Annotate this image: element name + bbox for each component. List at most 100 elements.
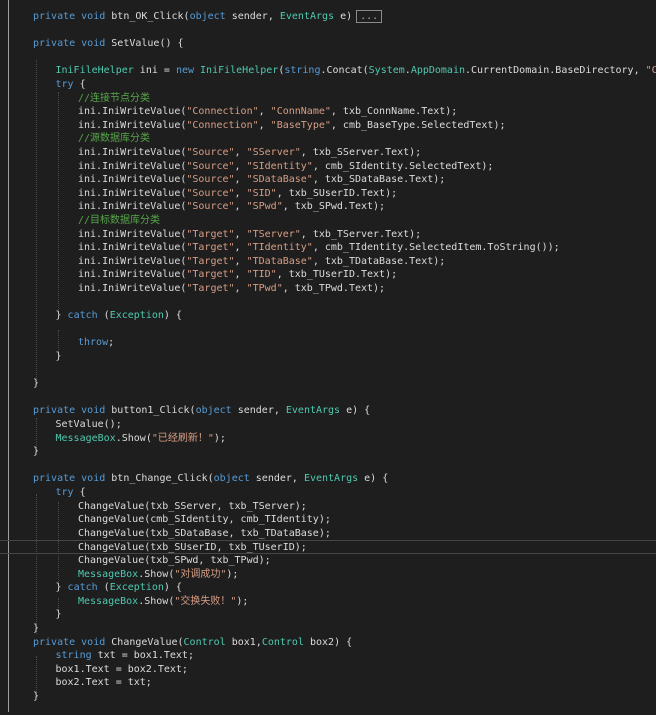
code-line[interactable]: ChangeValue(txb_SServer, txb_TServer); [0,500,656,514]
code-line[interactable]: ini.IniWriteValue("Target", "TServer", t… [0,228,656,242]
code-line[interactable]: } [0,445,656,459]
code-token: } [55,310,68,322]
code-token: ini.IniWriteValue( [78,283,187,294]
code-line[interactable]: ChangeValue(txb_SPwd, txb_TPwd); [0,554,656,568]
code-token: "SID" [246,187,277,199]
code-token: "Source" [186,174,235,186]
code-token: "SServer" [246,147,301,158]
code-line[interactable]: ini.IniWriteValue("Source", "SIdentity",… [0,160,656,174]
code-token: EventArgs [279,11,335,22]
code-line[interactable]: ini.IniWriteValue("Connection", "BaseTyp… [0,119,656,133]
code-line[interactable]: ini.IniWriteValue("Connection", "ConnNam… [0,105,656,119]
code-token: ; [108,337,115,349]
code-line[interactable]: ini.IniWriteValue("Source", "SPwd", txb_… [0,200,656,214]
code-token: ini.IniWriteValue( [78,187,187,199]
code-token: ini.IniWriteValue( [78,147,187,158]
code-line[interactable]: ini.IniWriteValue("Target", "TDataBase",… [0,255,656,269]
code-token: ini.IniWriteValue( [78,228,187,240]
code-line[interactable]: try { [0,486,656,500]
code-token: "Source" [186,147,235,158]
code-line[interactable]: private void SetValue() { [0,37,656,51]
code-token: , txb_SServer.Text); [300,147,422,158]
code-line[interactable]: //连接节点分类 [0,92,656,106]
code-line[interactable]: private void btn_OK_Click(object sender,… [0,10,656,24]
code-line[interactable]: throw; [0,336,656,350]
code-token: { [73,487,86,498]
code-line[interactable]: } catch (Exception) { [0,309,656,323]
code-token: , txb_ConnName.Text); [330,106,458,118]
code-line[interactable]: ini.IniWriteValue("Target", "TPwd", txb_… [0,282,656,296]
code-token: , txb_TUserID.Text); [276,269,398,281]
code-line[interactable]: MessageBox.Show("对调成功"); [0,568,656,582]
code-token: "SPwd" [246,201,283,213]
code-line[interactable]: private void button1_Click(object sender… [0,404,656,418]
code-line[interactable]: private void ChangeValue(Control box1,Co… [0,636,656,650]
code-token: "Connection" [186,106,259,118]
code-token: sender, [231,405,286,417]
code-token: .CurrentDomain.BaseDirectory, [465,65,646,77]
code-token: string [284,65,321,77]
code-token: button1_Click( [111,405,196,417]
code-token: "BaseType" [270,119,331,131]
code-token: new [175,65,201,77]
code-line[interactable]: } [0,608,656,622]
code-token: ini.IniWriteValue( [78,269,187,281]
code-line[interactable]: ChangeValue(txb_SUserID, txb_TUserID); [0,540,656,554]
code-token: object [189,11,226,22]
code-line[interactable]: IniFileHelper ini = new IniFileHelper(st… [0,64,656,78]
code-line[interactable]: } catch (Exception) { [0,581,656,595]
code-token: ); [226,568,239,580]
code-line[interactable]: ini.IniWriteValue("Target", "TIdentity",… [0,241,656,255]
code-line[interactable]: ChangeValue(txb_SDataBase, txb_TDataBase… [0,527,656,541]
code-editor[interactable]: private void btn_OK_Click(object sender,… [0,0,656,715]
code-line[interactable]: ChangeValue(cmb_SIdentity, cmb_TIdentity… [0,513,656,527]
code-token: ini.IniWriteValue( [78,174,187,186]
collapsed-region-button[interactable]: ... [356,10,383,23]
code-token: System [368,65,405,77]
code-token: "Target" [186,242,235,254]
code-token: ) { [163,582,182,594]
code-token: , [234,174,247,186]
code-token: , txb_TPwd.Text); [282,283,386,294]
code-token: "Target" [186,228,235,240]
code-line[interactable]: SetValue(); [0,418,656,432]
code-line[interactable]: string txt = box1.Text; [0,649,656,663]
code-line[interactable]: //目标数据库分类 [0,214,656,228]
code-token: AppDomain [410,65,465,77]
code-token: } [55,582,68,594]
code-line[interactable]: ini.IniWriteValue("Source", "SID", txb_S… [0,187,656,201]
code-token: } [55,351,62,362]
code-line[interactable]: ini.IniWriteValue("Target", "TID", txb_T… [0,268,656,282]
code-line[interactable]: } [0,377,656,391]
code-token: private void [33,38,112,50]
code-token: ini.IniWriteValue( [78,201,187,213]
code-token: MessageBox [78,568,139,580]
code-line[interactable]: box1.Text = box2.Text; [0,663,656,677]
code-token: object [213,473,250,485]
code-line[interactable]: ini.IniWriteValue("Source", "SDataBase",… [0,173,656,187]
code-token: private void [33,473,112,485]
code-token: , [234,283,247,294]
code-line[interactable]: } [0,690,656,704]
code-token: "Config.in [645,65,656,77]
code-token: IniFileHelper [55,65,134,77]
code-line[interactable]: //源数据库分类 [0,132,656,146]
code-token: , cmb_SIdentity.SelectedText); [312,160,494,172]
code-token: .Show( [115,432,152,444]
code-line[interactable]: ini.IniWriteValue("Source", "SServer", t… [0,146,656,160]
code-token: , [234,187,247,199]
code-line[interactable]: } [0,622,656,636]
code-token: , txb_TServer.Text); [300,228,422,240]
code-line[interactable]: private void btn_Change_Click(object sen… [0,472,656,486]
code-line[interactable]: box2.Text = txt; [0,676,656,690]
code-line[interactable]: } [0,350,656,364]
code-token: EventArgs [303,473,359,485]
code-line[interactable]: try { [0,78,656,92]
code-token: , [234,160,247,172]
code-token: btn_Change_Click( [111,473,214,485]
code-token: catch [67,582,98,594]
code-line[interactable]: MessageBox.Show("交换失败！"); [0,595,656,609]
code-token: //连接节点分类 [78,92,151,104]
code-token: string [55,650,92,662]
code-line[interactable]: MessageBox.Show("已经刷新！"); [0,432,656,446]
